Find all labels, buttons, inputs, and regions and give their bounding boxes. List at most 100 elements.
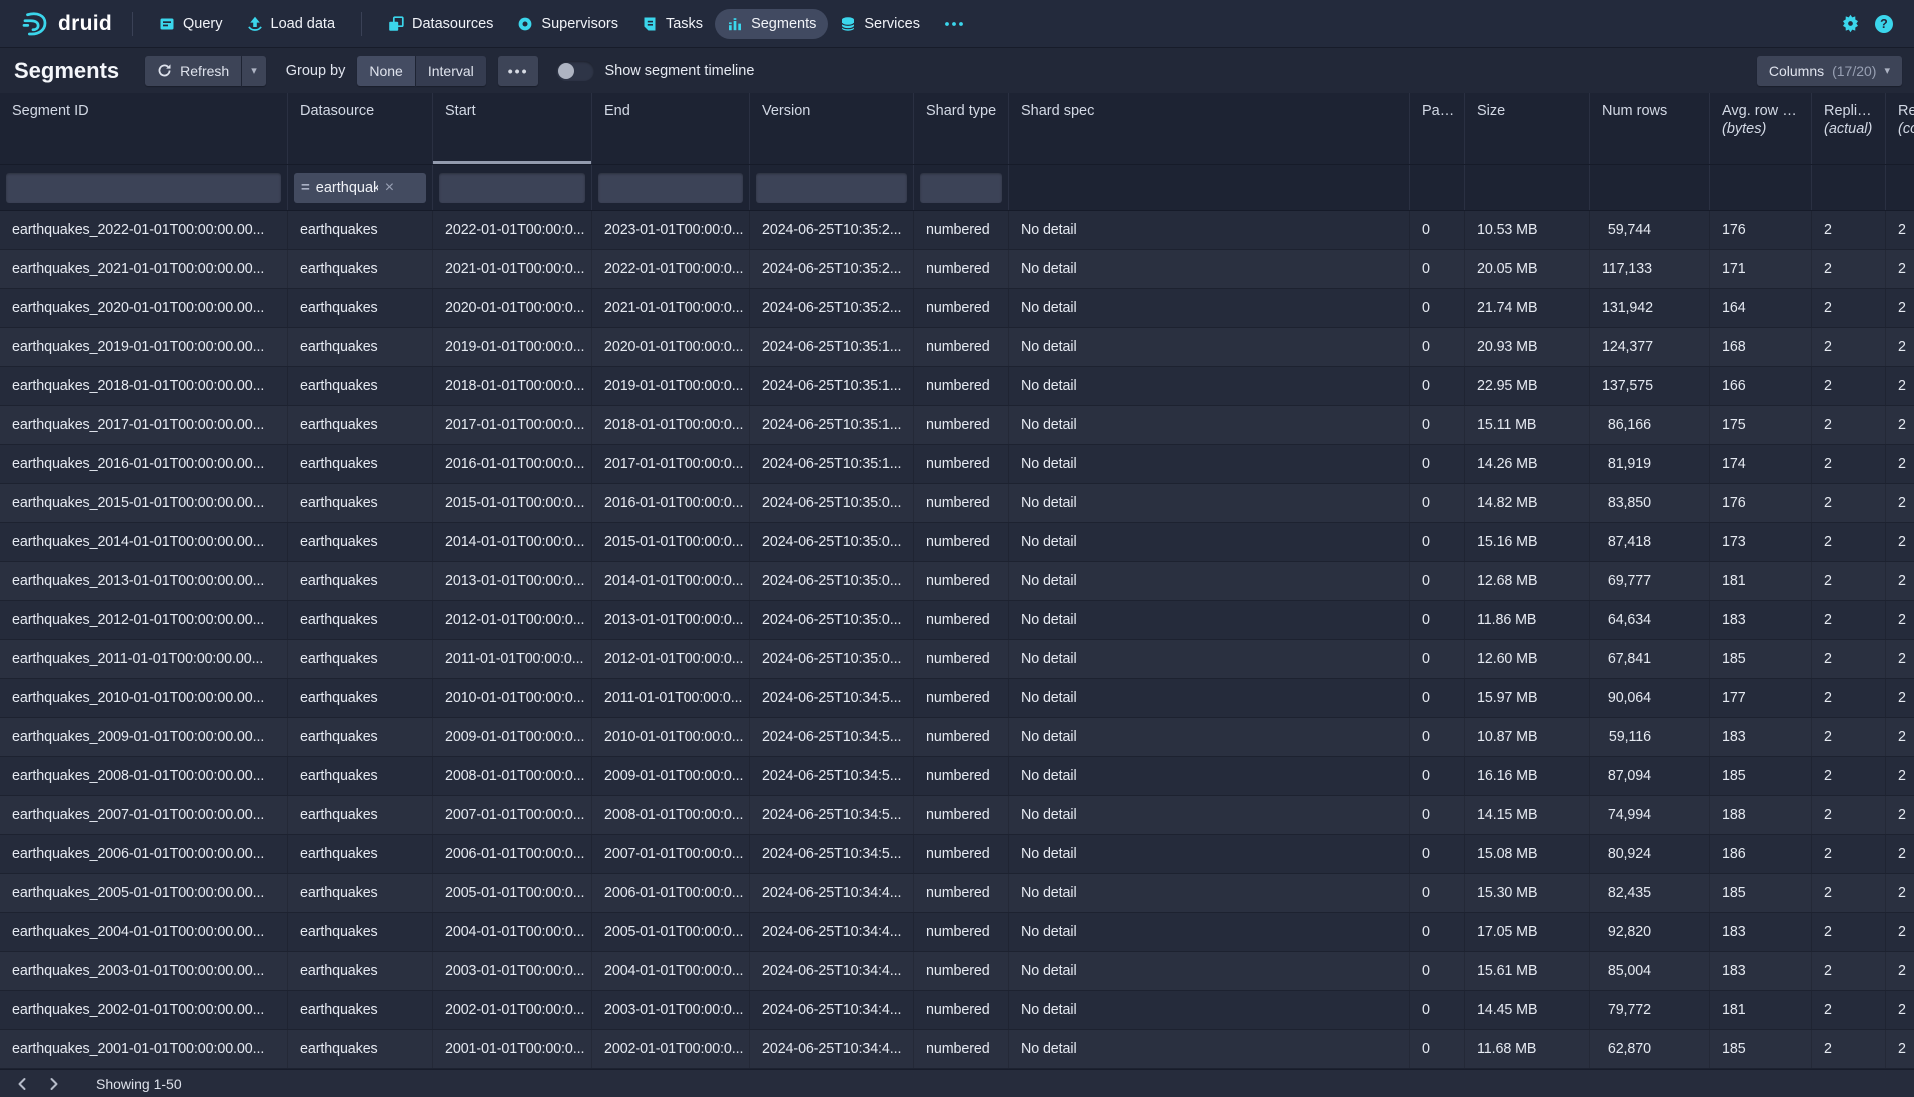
filter-input-start[interactable] bbox=[439, 173, 585, 203]
cell-avg_row_size: 183 bbox=[1710, 601, 1812, 639]
filter-input-segment_id[interactable] bbox=[6, 173, 281, 203]
cell-partition: 0 bbox=[1410, 796, 1465, 834]
filter-input-version[interactable] bbox=[756, 173, 907, 203]
filter-input-end[interactable] bbox=[598, 173, 743, 203]
table-row[interactable]: earthquakes_2017-01-01T00:00:00.00...ear… bbox=[0, 406, 1914, 445]
cell-version: 2024-06-25T10:34:5... bbox=[750, 796, 914, 834]
column-header-end[interactable]: End bbox=[592, 93, 750, 164]
table-row[interactable]: earthquakes_2006-01-01T00:00:00.00...ear… bbox=[0, 835, 1914, 874]
cell-shard_spec: No detail bbox=[1009, 718, 1410, 756]
table-row[interactable]: earthquakes_2012-01-01T00:00:00.00...ear… bbox=[0, 601, 1914, 640]
cell-datasource: earthquakes bbox=[288, 406, 433, 444]
column-header-start[interactable]: Start bbox=[433, 93, 592, 164]
refresh-button[interactable]: Refresh bbox=[145, 56, 241, 86]
toggle-track[interactable] bbox=[556, 61, 594, 81]
nav-item-tasks[interactable]: Tasks bbox=[630, 9, 715, 39]
cell-segment_id: earthquakes_2004-01-01T00:00:00.00... bbox=[0, 913, 288, 951]
cell-partition: 0 bbox=[1410, 211, 1465, 249]
table-row[interactable]: earthquakes_2022-01-01T00:00:00.00...ear… bbox=[0, 211, 1914, 250]
cell-replicas: 2 bbox=[1812, 562, 1886, 600]
table-row[interactable]: earthquakes_2019-01-01T00:00:00.00...ear… bbox=[0, 328, 1914, 367]
segment-timeline-toggle[interactable]: Show segment timeline bbox=[556, 61, 754, 81]
column-header-datasource[interactable]: Datasource bbox=[288, 93, 433, 164]
group-by-interval-button[interactable]: Interval bbox=[416, 56, 486, 86]
table-row[interactable]: earthquakes_2002-01-01T00:00:00.00...ear… bbox=[0, 991, 1914, 1030]
table-row[interactable]: earthquakes_2009-01-01T00:00:00.00...ear… bbox=[0, 718, 1914, 757]
column-header-size[interactable]: Size bbox=[1465, 93, 1590, 164]
cell-replication_factor: 2 bbox=[1886, 640, 1914, 678]
segments-icon bbox=[727, 16, 743, 32]
table-row[interactable]: earthquakes_2010-01-01T00:00:00.00...ear… bbox=[0, 679, 1914, 718]
cell-partition: 0 bbox=[1410, 328, 1465, 366]
column-header-partition[interactable]: Partition bbox=[1410, 93, 1465, 164]
remove-filter-icon[interactable]: × bbox=[385, 180, 394, 196]
column-header-shard_spec[interactable]: Shard spec bbox=[1009, 93, 1410, 164]
cell-size: 17.05 MB bbox=[1465, 913, 1590, 951]
cell-shard_type: numbered bbox=[914, 796, 1009, 834]
cell-num_rows: 87,418 bbox=[1590, 523, 1710, 561]
next-page-button[interactable] bbox=[42, 1073, 66, 1095]
cell-shard_type: numbered bbox=[914, 835, 1009, 873]
table-row[interactable]: earthquakes_2021-01-01T00:00:00.00...ear… bbox=[0, 250, 1914, 289]
cell-datasource: earthquakes bbox=[288, 718, 433, 756]
column-header-replication_factor[interactable]: Replication factor(configured) bbox=[1886, 93, 1914, 164]
cell-shard_spec: No detail bbox=[1009, 562, 1410, 600]
nav-item-load-data[interactable]: Load data bbox=[235, 9, 348, 39]
cell-end: 2015-01-01T00:00:0... bbox=[592, 523, 750, 561]
cell-replicas: 2 bbox=[1812, 445, 1886, 483]
cell-num_rows: 74,994 bbox=[1590, 796, 1710, 834]
column-header-segment_id[interactable]: Segment ID bbox=[0, 93, 288, 164]
cell-replication_factor: 2 bbox=[1886, 289, 1914, 327]
cell-shard_type: numbered bbox=[914, 367, 1009, 405]
cell-shard_type: numbered bbox=[914, 601, 1009, 639]
cell-start: 2010-01-01T00:00:0... bbox=[433, 679, 592, 717]
cell-shard_type: numbered bbox=[914, 991, 1009, 1029]
group-by-none-button[interactable]: None bbox=[357, 56, 414, 86]
cell-size: 22.95 MB bbox=[1465, 367, 1590, 405]
cell-num_rows: 86,166 bbox=[1590, 406, 1710, 444]
nav-item-services[interactable]: Services bbox=[828, 9, 932, 39]
help-button[interactable]: ? bbox=[1874, 14, 1894, 34]
nav-item-supervisors[interactable]: Supervisors bbox=[505, 9, 630, 39]
column-header-shard_type[interactable]: Shard type bbox=[914, 93, 1009, 164]
table-row[interactable]: earthquakes_2003-01-01T00:00:00.00...ear… bbox=[0, 952, 1914, 991]
equals-operator-icon: = bbox=[301, 179, 310, 196]
previous-page-button[interactable] bbox=[10, 1073, 34, 1095]
columns-button[interactable]: Columns (17/20) ▾ bbox=[1757, 56, 1902, 86]
cell-replication_factor: 2 bbox=[1886, 250, 1914, 288]
table-row[interactable]: earthquakes_2016-01-01T00:00:00.00...ear… bbox=[0, 445, 1914, 484]
refresh-dropdown-button[interactable]: ▾ bbox=[242, 56, 266, 86]
datasource-filter-chip[interactable]: =earthquakes× bbox=[294, 173, 426, 203]
druid-logo[interactable]: druid bbox=[14, 9, 118, 39]
cell-datasource: earthquakes bbox=[288, 289, 433, 327]
cell-avg_row_size: 188 bbox=[1710, 796, 1812, 834]
cell-avg_row_size: 181 bbox=[1710, 562, 1812, 600]
table-row[interactable]: earthquakes_2018-01-01T00:00:00.00...ear… bbox=[0, 367, 1914, 406]
nav-more-button[interactable] bbox=[932, 9, 976, 39]
table-row[interactable]: earthquakes_2004-01-01T00:00:00.00...ear… bbox=[0, 913, 1914, 952]
column-header-version[interactable]: Version bbox=[750, 93, 914, 164]
table-body: earthquakes_2022-01-01T00:00:00.00...ear… bbox=[0, 211, 1914, 1069]
column-header-num_rows[interactable]: Num rows bbox=[1590, 93, 1710, 164]
table-row[interactable]: earthquakes_2001-01-01T00:00:00.00...ear… bbox=[0, 1030, 1914, 1069]
table-row[interactable]: earthquakes_2014-01-01T00:00:00.00...ear… bbox=[0, 523, 1914, 562]
table-row[interactable]: earthquakes_2008-01-01T00:00:00.00...ear… bbox=[0, 757, 1914, 796]
cell-end: 2009-01-01T00:00:0... bbox=[592, 757, 750, 795]
column-header-replicas[interactable]: Replicas(actual) bbox=[1812, 93, 1886, 164]
cell-num_rows: 59,744 bbox=[1590, 211, 1710, 249]
table-row[interactable]: earthquakes_2020-01-01T00:00:00.00...ear… bbox=[0, 289, 1914, 328]
table-row[interactable]: earthquakes_2007-01-01T00:00:00.00...ear… bbox=[0, 796, 1914, 835]
filter-input-shard_type[interactable] bbox=[920, 173, 1002, 203]
column-header-avg_row_size[interactable]: Avg. row size(bytes) bbox=[1710, 93, 1812, 164]
nav-item-query[interactable]: Query bbox=[147, 9, 235, 39]
settings-button[interactable] bbox=[1841, 14, 1860, 33]
table-row[interactable]: earthquakes_2011-01-01T00:00:00.00...ear… bbox=[0, 640, 1914, 679]
table-row[interactable]: earthquakes_2013-01-01T00:00:00.00...ear… bbox=[0, 562, 1914, 601]
cell-datasource: earthquakes bbox=[288, 913, 433, 951]
cell-num_rows: 81,919 bbox=[1590, 445, 1710, 483]
nav-item-datasources[interactable]: Datasources bbox=[376, 9, 505, 39]
table-row[interactable]: earthquakes_2005-01-01T00:00:00.00...ear… bbox=[0, 874, 1914, 913]
toolbar-more-button[interactable]: ••• bbox=[498, 56, 539, 86]
nav-item-segments[interactable]: Segments bbox=[715, 9, 828, 39]
table-row[interactable]: earthquakes_2015-01-01T00:00:00.00...ear… bbox=[0, 484, 1914, 523]
